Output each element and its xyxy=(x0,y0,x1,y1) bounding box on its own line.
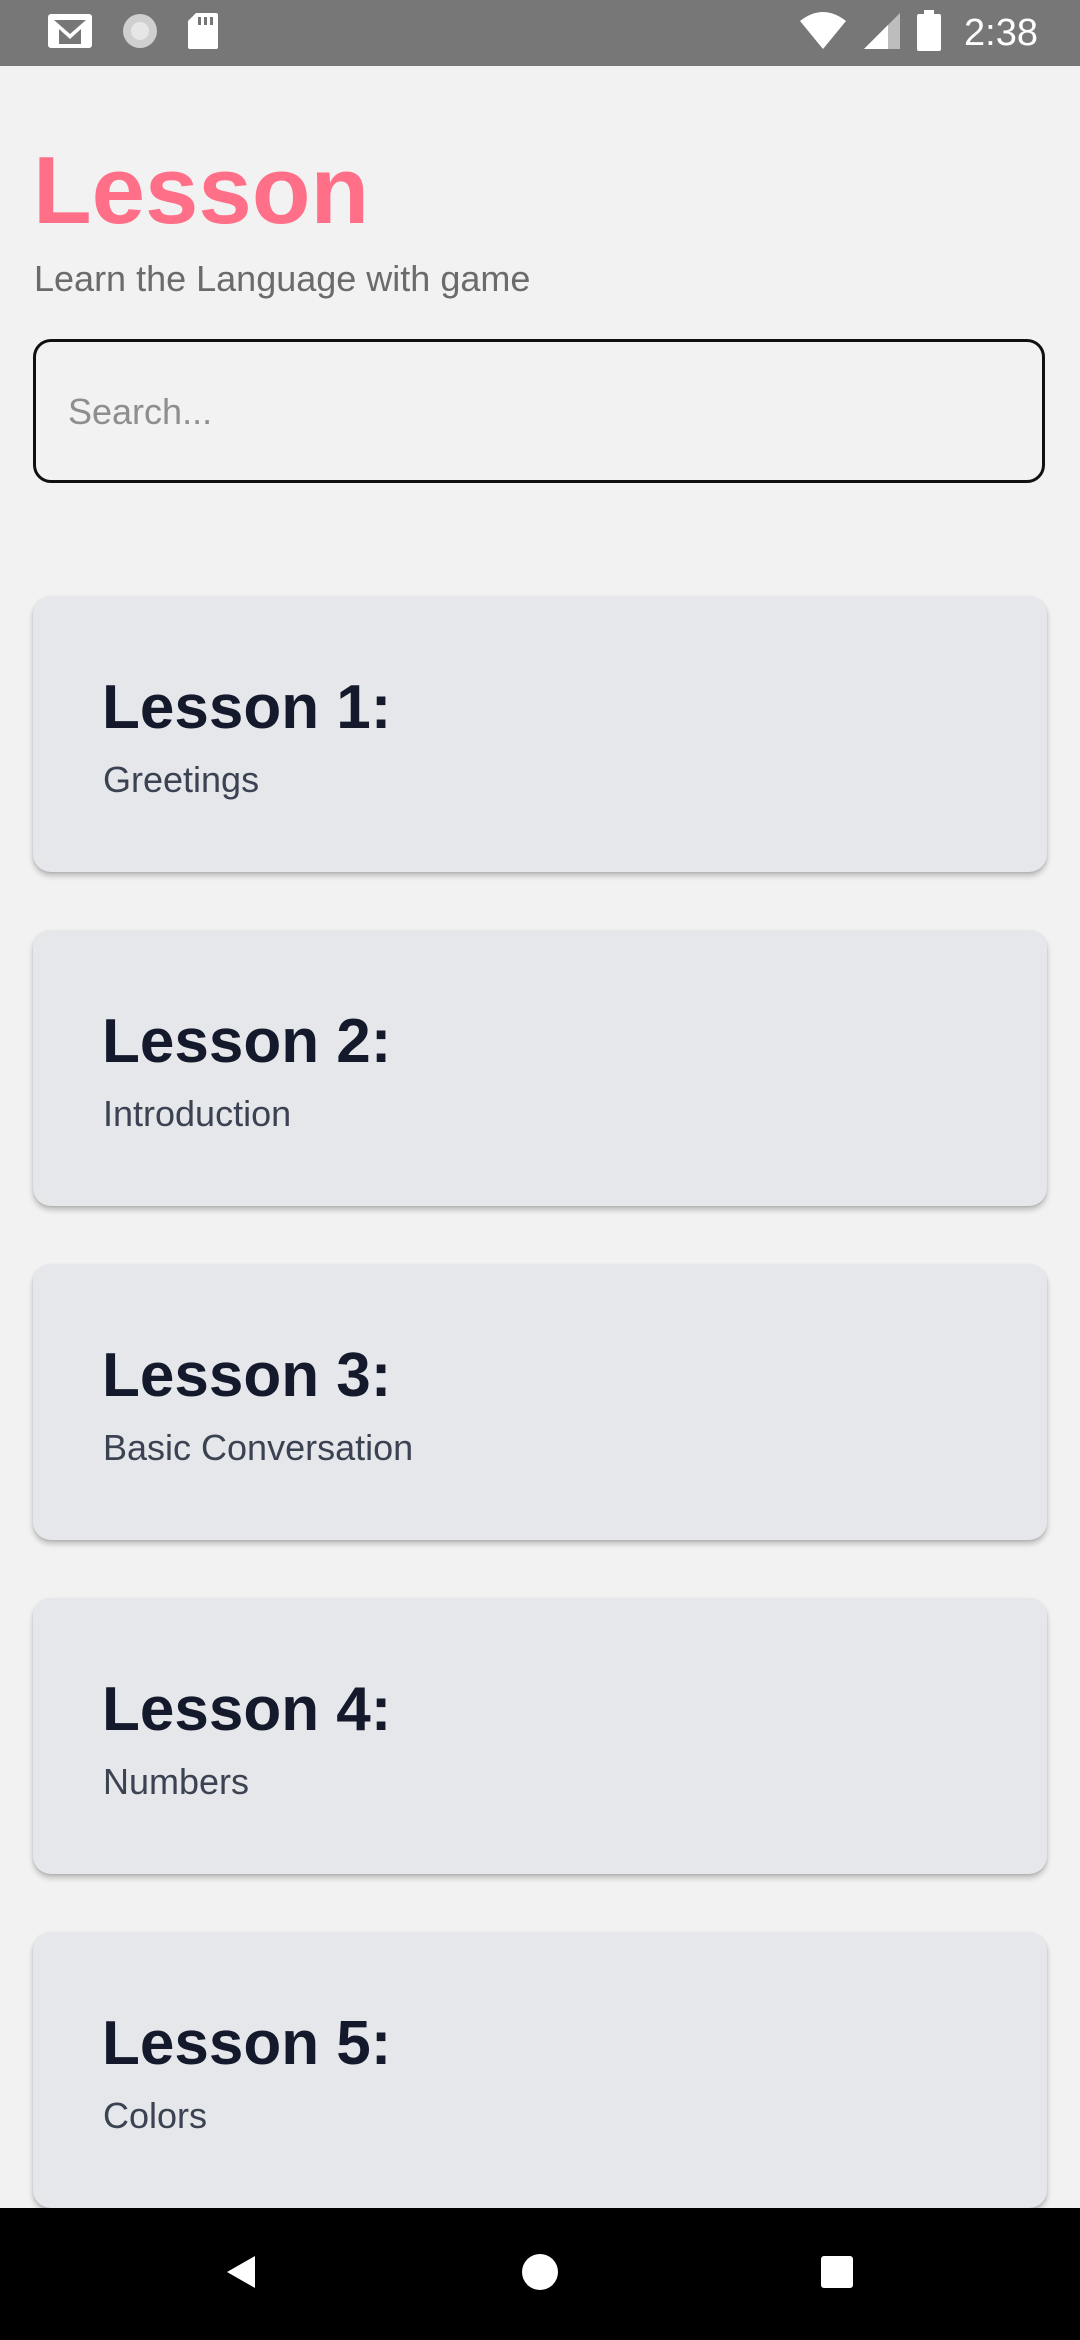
lesson-number: Lesson 4: xyxy=(102,1675,392,1744)
status-bar: 2:38 xyxy=(0,0,1080,66)
lesson-number: Lesson 2: xyxy=(102,1007,392,1076)
gmail-icon xyxy=(46,12,94,55)
recents-icon xyxy=(817,2252,857,2297)
sd-card-icon xyxy=(186,11,220,56)
lesson-list: Lesson 1: Greetings Lesson 2: Introducti… xyxy=(33,596,1047,2266)
lesson-name: Colors xyxy=(103,2095,208,2136)
wifi-icon xyxy=(798,11,848,56)
lesson-number: Lesson 5: xyxy=(102,2009,392,2078)
back-button[interactable] xyxy=(205,2238,277,2310)
sync-icon xyxy=(120,11,160,56)
lesson-name: Greetings xyxy=(103,759,260,800)
battery-icon xyxy=(916,9,942,57)
lesson-number: Lesson 3: xyxy=(102,1341,392,1410)
search-box[interactable] xyxy=(33,339,1045,483)
recents-button[interactable] xyxy=(801,2238,873,2310)
lesson-card-4[interactable]: Lesson 4: Numbers xyxy=(33,1598,1047,1874)
lesson-name: Basic Conversation xyxy=(103,1427,414,1468)
back-icon xyxy=(221,2252,261,2297)
navigation-bar xyxy=(0,2208,1080,2340)
page-title: Lesson xyxy=(33,137,370,244)
lesson-card-5[interactable]: Lesson 5: Colors xyxy=(33,1932,1047,2208)
lesson-card-3[interactable]: Lesson 3: Basic Conversation xyxy=(33,1264,1047,1540)
cellular-signal-icon xyxy=(862,11,902,56)
lesson-number: Lesson 1: xyxy=(102,673,392,742)
home-button[interactable] xyxy=(504,2238,576,2310)
lesson-name: Introduction xyxy=(103,1093,292,1134)
screen: 2:38 Lesson Learn the Language with game… xyxy=(0,0,1080,2340)
lesson-name: Numbers xyxy=(103,1761,250,1802)
status-bar-system: 2:38 xyxy=(798,9,1038,57)
lesson-card-1[interactable]: Lesson 1: Greetings xyxy=(33,596,1047,872)
page-subtitle: Learn the Language with game xyxy=(34,258,531,299)
status-bar-notifications xyxy=(46,10,220,56)
lesson-card-2[interactable]: Lesson 2: Introduction xyxy=(33,930,1047,1206)
search-input[interactable] xyxy=(66,342,1010,482)
home-icon xyxy=(520,2252,560,2297)
status-bar-time: 2:38 xyxy=(964,11,1038,54)
